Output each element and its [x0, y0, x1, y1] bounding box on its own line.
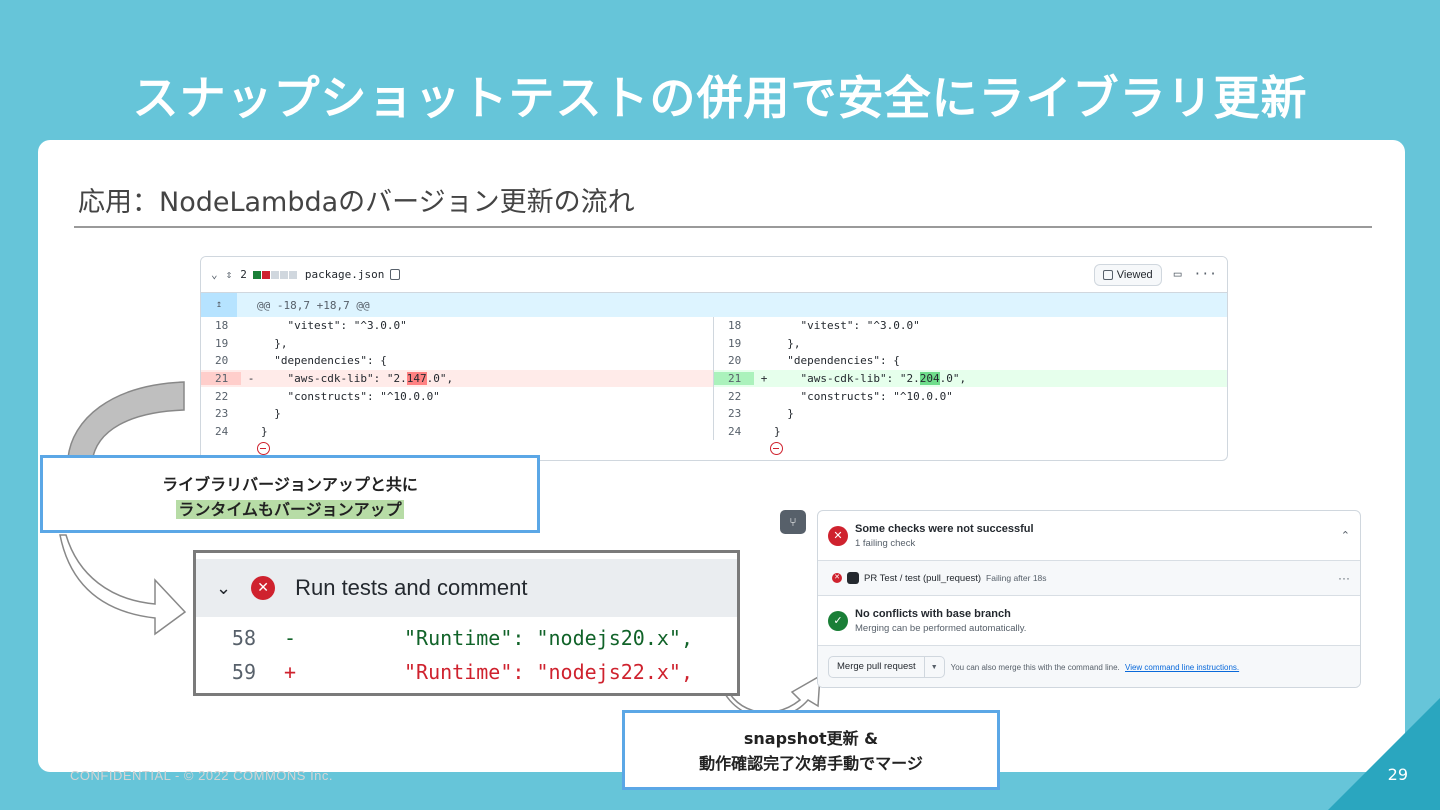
- merge-note: You can also merge this with the command…: [951, 663, 1240, 672]
- check-item[interactable]: ✕ PR Test / test (pull_request) Failing …: [818, 561, 1360, 596]
- callout-line-1: ライブラリバージョンアップと共に: [162, 475, 418, 494]
- diff-code: "Runtime": "nodejs22.x",: [404, 660, 693, 684]
- callout-line-2-highlight: ランタイムもバージョンアップ: [176, 500, 404, 519]
- footer-confidential: CONFIDENTIAL - © 2022 COMMONS Inc.: [70, 768, 334, 783]
- run-tests-title: Run tests and comment: [295, 575, 528, 600]
- snapshot-diff-line: 59 + "Runtime": "nodejs22.x",: [196, 655, 737, 689]
- merge-row: Merge pull request ▼ You can also merge …: [818, 646, 1360, 687]
- diff-code: "Runtime": "nodejs20.x",: [404, 626, 693, 650]
- callout2-line-2: 動作確認完了次第手動でマージ: [699, 754, 923, 773]
- fail-x-icon: ✕: [828, 525, 848, 546]
- run-tests-panel: ⌄ ✕ Run tests and comment 58 - "Runtime"…: [193, 550, 740, 696]
- more-options-icon[interactable]: ···: [1338, 571, 1350, 585]
- diff-mark: -: [284, 626, 297, 650]
- dropdown-caret-icon[interactable]: ▼: [925, 664, 944, 671]
- command-line-link[interactable]: View command line instructions.: [1125, 663, 1239, 672]
- callout-version-up: ライブラリバージョンアップと共に ランタイムもバージョンアップ: [40, 455, 540, 533]
- github-icon: [847, 572, 859, 584]
- line-number: 58: [231, 626, 256, 650]
- line-number: 59: [231, 660, 256, 684]
- check-name[interactable]: PR Test / test (pull_request): [864, 573, 981, 584]
- page-number: 29: [1387, 765, 1408, 784]
- checks-summary[interactable]: ✕ Some checks were not successful 1 fail…: [818, 511, 1360, 561]
- chevron-up-icon[interactable]: ⌃: [1341, 529, 1350, 542]
- fail-x-icon: ✕: [251, 576, 276, 600]
- check-mark-icon: ✓: [828, 610, 848, 631]
- snapshot-diff-line: 58 - "Runtime": "nodejs20.x",: [196, 621, 737, 655]
- merge-button-label: Merge pull request: [829, 657, 925, 677]
- merge-pull-request-button[interactable]: Merge pull request ▼: [828, 656, 945, 678]
- check-status: Failing after 18s: [986, 573, 1047, 583]
- conflicts-sub: Merging can be performed automatically.: [855, 622, 1027, 634]
- git-merge-icon: ⑂: [780, 510, 806, 534]
- arrow-diff-to-callout: [64, 381, 185, 463]
- callout2-line-1: snapshot更新 &: [743, 729, 879, 748]
- pr-checks-panel: ✕ Some checks were not successful 1 fail…: [817, 510, 1361, 688]
- merge-note-text: You can also merge this with the command…: [950, 662, 1120, 672]
- corner-decoration: [1328, 698, 1440, 810]
- diff-mark: +: [284, 660, 297, 684]
- callout-merge: snapshot更新 & 動作確認完了次第手動でマージ: [622, 710, 1000, 790]
- conflicts-title: No conflicts with base branch: [855, 607, 1011, 620]
- conflicts-status: ✓ No conflicts with base branch Merging …: [818, 596, 1360, 646]
- arrow-callout-to-runtests: [59, 534, 187, 636]
- checks-summary-title: Some checks were not successful: [855, 522, 1034, 535]
- fail-x-icon: ✕: [832, 573, 842, 583]
- run-tests-header[interactable]: ⌄ ✕ Run tests and comment: [196, 559, 737, 617]
- checks-summary-sub: 1 failing check: [855, 537, 916, 549]
- chevron-down-icon[interactable]: ⌄: [216, 578, 231, 599]
